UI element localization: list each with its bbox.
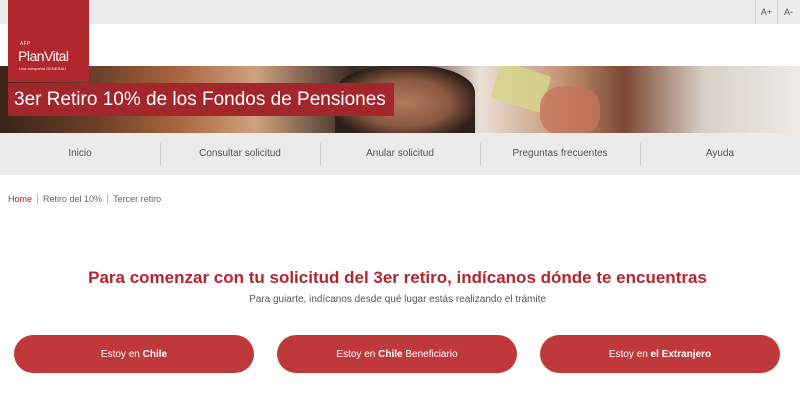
decrease-font-button[interactable]: A-: [777, 0, 799, 24]
button-prefix: Estoy en: [100, 348, 143, 360]
breadcrumb: Home Retiro del 10% Tercer retiro: [8, 194, 161, 204]
main-nav: Inicio Consultar solicitud Anular solici…: [0, 133, 800, 175]
breadcrumb-separator: [37, 194, 39, 204]
nav-item-ayuda[interactable]: Ayuda: [640, 133, 800, 175]
nav-item-preguntas-frecuentes[interactable]: Preguntas frecuentes: [480, 133, 640, 175]
hero-title: 3er Retiro 10% de los Fondos de Pensione…: [8, 83, 394, 116]
breadcrumb-separator: [107, 194, 109, 204]
breadcrumb-retiro[interactable]: Retiro del 10%: [43, 194, 102, 204]
page-heading: Para comenzar con tu solicitud del 3er r…: [88, 268, 707, 287]
logo-name: PlanVital: [18, 48, 69, 64]
nav-item-anular-solicitud[interactable]: Anular solicitud: [320, 133, 480, 175]
increase-font-button[interactable]: A+: [755, 0, 777, 24]
nav-item-consultar-solicitud[interactable]: Consultar solicitud: [160, 133, 320, 175]
location-extranjero-button[interactable]: Estoy en el Extranjero: [540, 335, 780, 373]
logo-tagline: Una compañía GENERALI: [19, 66, 67, 71]
location-chile-button[interactable]: Estoy en Chile: [14, 335, 254, 373]
nav-item-inicio[interactable]: Inicio: [0, 133, 160, 175]
button-suffix: Beneficiario: [402, 348, 458, 360]
button-bold: Chile: [142, 348, 168, 360]
button-bold: el Extranjero: [650, 348, 712, 360]
page-subheading: Para guiarte, indícanos desde qué lugar …: [249, 294, 546, 305]
location-chile-beneficiario-button[interactable]: Estoy en Chile Beneficiario: [277, 335, 517, 373]
button-prefix: Estoy en: [608, 348, 651, 360]
hero-hand-shape: [540, 86, 600, 133]
breadcrumb-home[interactable]: Home: [8, 194, 32, 204]
logo-prefix: AFP: [20, 41, 31, 47]
button-prefix: Estoy en: [336, 348, 379, 360]
top-utility-bar: A+ A-: [0, 0, 800, 24]
planvital-logo[interactable]: AFP PlanVital Una compañía GENERALI: [8, 0, 89, 82]
button-bold: Chile: [378, 348, 403, 360]
breadcrumb-current: Tercer retiro: [113, 194, 162, 204]
